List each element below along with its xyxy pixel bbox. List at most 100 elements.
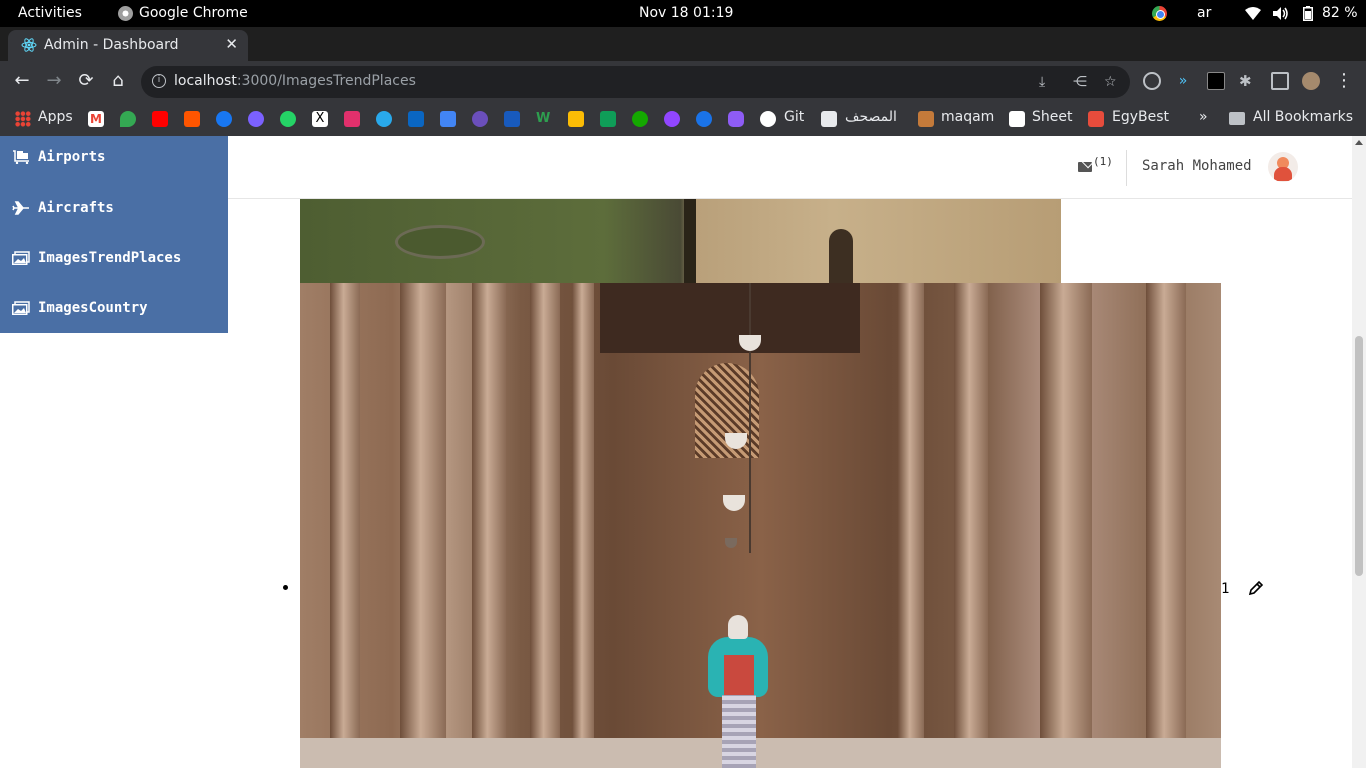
avatar[interactable] <box>1268 152 1298 182</box>
volume-icon[interactable] <box>1272 6 1290 21</box>
extensions-puzzle-icon[interactable]: ✱ <box>1239 72 1257 90</box>
list-bullet <box>283 585 288 590</box>
chrome-tray-icon[interactable] <box>1152 6 1167 21</box>
reload-icon[interactable]: ⟳ <box>76 71 96 91</box>
extension-a-icon[interactable] <box>1207 72 1225 90</box>
close-tab-icon[interactable]: ✕ <box>225 35 238 53</box>
bookmark-git[interactable]: Git <box>784 109 804 125</box>
top-header: (1) Sarah Mohamed <box>228 136 1352 199</box>
maqam-icon[interactable] <box>918 111 934 127</box>
extension-waves-icon[interactable]: » <box>1174 72 1192 90</box>
keyboard-language[interactable]: ar <box>1197 5 1211 21</box>
github-icon[interactable] <box>760 111 776 127</box>
home-icon[interactable]: ⌂ <box>108 71 128 91</box>
address-bar[interactable]: i localhost:3000/ImagesTrendPlaces ⤓ ⋲ ☆ <box>141 66 1130 98</box>
sheet-icon[interactable] <box>1009 111 1025 127</box>
whatsapp-icon[interactable] <box>280 111 296 127</box>
sidebar: Airports Aircrafts ImagesTrendPlaces Ima… <box>0 136 228 333</box>
youtube-icon[interactable] <box>152 111 168 127</box>
user-name[interactable]: Sarah Mohamed <box>1142 158 1252 174</box>
react-favicon <box>21 38 37 52</box>
luggage-cart-icon <box>13 150 29 164</box>
profile-avatar[interactable] <box>1302 72 1320 90</box>
bookmark-egybest[interactable]: EgyBest <box>1112 109 1169 125</box>
chrome-app-icon <box>118 5 133 21</box>
maps-icon[interactable] <box>120 111 136 127</box>
sidebar-item-aircrafts[interactable]: Aircrafts <box>12 200 114 216</box>
extension-gauge-icon[interactable] <box>1143 72 1161 90</box>
sidebar-item-imagescountry[interactable]: ImagesCountry <box>12 300 148 316</box>
browser-tab[interactable]: Admin - Dashboard ✕ <box>8 30 248 61</box>
facebook-icon[interactable] <box>216 111 232 127</box>
scrollbar-thumb[interactable] <box>1355 336 1363 576</box>
more-bookmarks-icon[interactable]: » <box>1199 109 1208 125</box>
sidebar-item-label: ImagesTrendPlaces <box>38 250 182 266</box>
side-panel-icon[interactable] <box>1271 72 1289 90</box>
tab-strip: Admin - Dashboard ✕ + ⌄ <box>0 27 1366 83</box>
row-index: 1 <box>1221 581 1230 597</box>
coursera-icon[interactable] <box>696 111 712 127</box>
discord-icon[interactable] <box>728 111 744 127</box>
messenger-icon[interactable] <box>248 111 264 127</box>
upwork-icon[interactable] <box>632 111 648 127</box>
scroll-up-arrow-icon[interactable] <box>1355 140 1363 145</box>
mushaf-icon[interactable] <box>821 111 837 127</box>
activities-button[interactable]: Activities <box>18 5 82 21</box>
egybest-icon[interactable] <box>1088 111 1104 127</box>
keep-icon[interactable] <box>568 111 584 127</box>
mail-count: (1) <box>1093 155 1113 168</box>
trend-place-image <box>300 283 1221 768</box>
site-info-icon[interactable]: i <box>152 74 166 88</box>
trend-place-image-previous <box>300 199 1061 283</box>
sidebar-item-label: Aircrafts <box>38 200 114 216</box>
apps-grid-icon <box>15 111 31 127</box>
system-top-bar: Activities Google Chrome Nov 18 01:19 ar… <box>0 0 1366 27</box>
bookmark-maqam[interactable]: maqam <box>941 109 994 125</box>
wifi-icon[interactable] <box>1244 6 1262 21</box>
soundcloud-icon[interactable] <box>184 111 200 127</box>
url-text[interactable]: localhost:3000/ImagesTrendPlaces <box>174 73 416 89</box>
share-icon[interactable]: ⋲ <box>1073 74 1087 90</box>
sidebar-item-imagestrendplaces[interactable]: ImagesTrendPlaces <box>12 250 181 266</box>
podcast-icon[interactable] <box>664 111 680 127</box>
page-scrollbar[interactable] <box>1352 136 1366 768</box>
sidebar-item-airports[interactable]: Airports <box>12 149 105 165</box>
bookmark-apps[interactable]: Apps <box>38 109 73 125</box>
images-icon <box>12 301 30 315</box>
envelope-icon[interactable] <box>1078 162 1092 172</box>
battery-percentage: 82 % <box>1322 5 1358 21</box>
instagram-icon[interactable] <box>344 111 360 127</box>
web-app-icon[interactable] <box>472 111 488 127</box>
sheets-app-icon[interactable] <box>600 111 616 127</box>
word-icon[interactable] <box>504 111 520 127</box>
back-arrow-icon[interactable]: ← <box>12 71 32 91</box>
page-content: Airports Aircrafts ImagesTrendPlaces Ima… <box>0 136 1366 768</box>
plane-icon <box>12 201 29 215</box>
app-name: Google Chrome <box>139 5 248 21</box>
battery-icon[interactable] <box>1303 6 1313 21</box>
sidebar-item-label: ImagesCountry <box>38 300 148 316</box>
bookmark-mushaf[interactable]: المصحف <box>845 109 897 125</box>
install-app-icon[interactable]: ⤓ <box>1039 74 1045 90</box>
pencil-edit-icon[interactable] <box>1248 580 1264 596</box>
folder-icon <box>1229 112 1245 125</box>
gmail-icon[interactable]: M <box>88 111 104 127</box>
telegram-icon[interactable] <box>376 111 392 127</box>
all-bookmarks[interactable]: All Bookmarks <box>1253 109 1353 125</box>
google-translate-icon[interactable] <box>440 111 456 127</box>
wuzzuf-icon[interactable]: W <box>536 111 552 127</box>
app-menu[interactable]: Google Chrome <box>118 5 248 21</box>
sidebar-item-label: Airports <box>38 149 106 165</box>
tab-title: Admin - Dashboard <box>44 37 179 53</box>
header-divider <box>1126 150 1127 186</box>
bookmark-sheet[interactable]: Sheet <box>1032 109 1072 125</box>
bookmark-star-icon[interactable]: ☆ <box>1104 74 1117 90</box>
bookmarks-bar: Apps M X W Git المصحف maqam Sheet EgyBes… <box>0 102 1366 136</box>
forward-arrow-icon[interactable]: → <box>44 71 64 91</box>
linkedin-icon[interactable] <box>408 111 424 127</box>
x-twitter-icon[interactable]: X <box>312 111 328 127</box>
chrome-menu-icon[interactable]: ⋮ <box>1334 71 1354 91</box>
browser-toolbar: ← → ⟳ ⌂ i localhost:3000/ImagesTrendPlac… <box>0 61 1366 102</box>
images-icon <box>12 251 30 265</box>
clock[interactable]: Nov 18 01:19 <box>639 5 733 21</box>
